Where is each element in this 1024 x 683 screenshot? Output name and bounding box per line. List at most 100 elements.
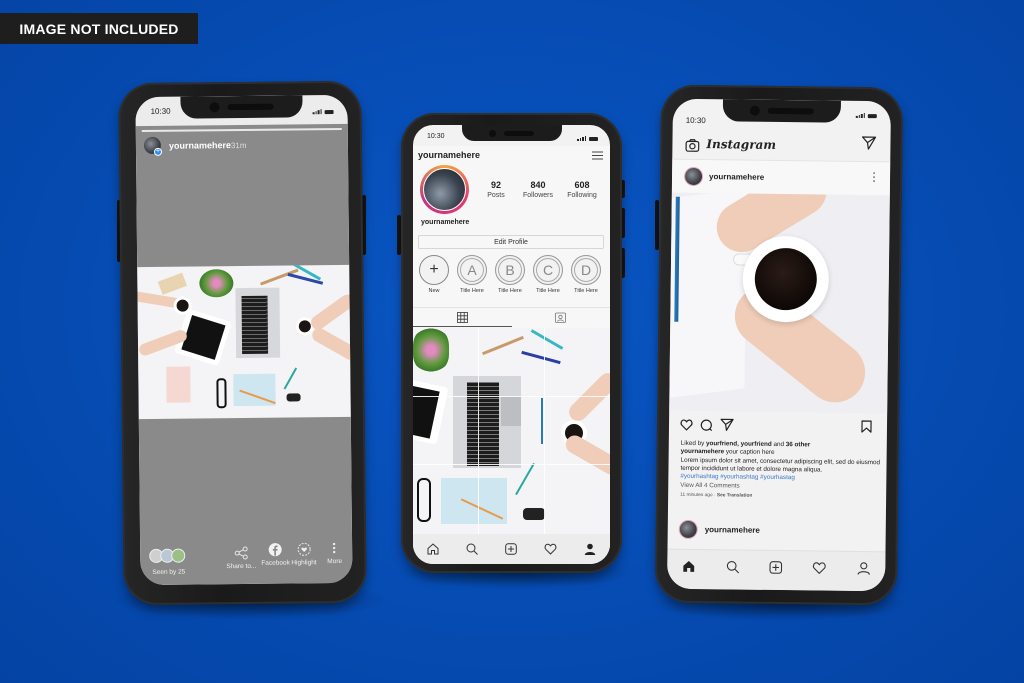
photo-trackpad [501, 396, 521, 426]
nav-profile[interactable] [857, 562, 870, 575]
highlight-cover: A [457, 255, 487, 285]
story-time: 31m [230, 140, 247, 151]
profile-grid-photo [413, 328, 610, 534]
tab-tagged[interactable] [512, 308, 611, 327]
seen-by-avatars[interactable] [149, 548, 186, 563]
nav-add[interactable] [505, 543, 517, 555]
highlight-a[interactable]: A Title Here [455, 255, 489, 294]
stat-posts[interactable]: 92 Posts [476, 180, 516, 199]
photo-stapler [523, 508, 545, 520]
nav-activity[interactable] [813, 561, 827, 575]
grid-divider [478, 328, 479, 534]
signal-icon [312, 109, 322, 115]
tab-grid[interactable] [413, 308, 512, 327]
highlight-cover: B [495, 255, 525, 285]
status-icons [312, 109, 334, 115]
highlight-d[interactable]: D Title Here [569, 255, 603, 294]
tagged-icon [555, 312, 567, 323]
share-post-icon[interactable] [720, 418, 734, 431]
photo-plant [413, 328, 449, 372]
status-time: 10:30 [150, 106, 171, 116]
stat-value: 92 [490, 180, 501, 190]
direct-message-icon[interactable] [861, 136, 877, 150]
speaker [767, 107, 814, 115]
save-icon[interactable] [861, 420, 872, 433]
add-post-icon [505, 543, 517, 555]
status-icons [855, 113, 877, 119]
next-post-username[interactable]: yournamehere [705, 525, 760, 535]
more-icon [333, 542, 336, 554]
liked-friend[interactable]: yourfriend [706, 440, 737, 447]
post-meta: 11 minutes ago · See Translation [680, 492, 753, 499]
profile-display-name: yournamehere [421, 219, 470, 226]
liked-friend[interactable]: yourfriend [741, 441, 772, 448]
battery-icon [324, 110, 334, 115]
highlight-c[interactable]: C Title Here [531, 255, 565, 294]
profile-filled-icon [585, 543, 596, 555]
home-icon [427, 543, 439, 555]
comment-icon[interactable] [700, 419, 713, 432]
story-screen: 10:30 + yournamehere 31m Seen by 25 Shar… [135, 94, 353, 586]
post-time: 11 minutes ago [680, 492, 713, 498]
phone-feed: 10:30 Instagram yournamehere Liked by yo… [654, 84, 904, 606]
phone-story: 10:30 + yournamehere 31m Seen by 25 Shar… [118, 80, 367, 606]
next-post-avatar[interactable] [679, 520, 697, 539]
highlight-label: Title Here [574, 288, 598, 294]
seen-by-label[interactable]: Seen by 25 [152, 569, 185, 576]
heart-icon [813, 562, 827, 575]
share-to-button[interactable]: Share to... [226, 546, 256, 570]
nav-search[interactable] [466, 543, 478, 555]
search-icon [466, 543, 478, 555]
highlight-new[interactable]: + New [417, 255, 451, 294]
instagram-logo: Instagram [706, 137, 777, 152]
like-icon[interactable] [680, 419, 693, 431]
caption-username[interactable]: yournamehere [681, 448, 724, 456]
photo-pencil [521, 350, 561, 365]
nav-add[interactable] [769, 561, 783, 574]
highlight-label: Title Here [498, 288, 522, 294]
liked-others[interactable]: 36 other [786, 441, 811, 448]
more-button[interactable]: More [327, 541, 342, 565]
menu-icon[interactable] [592, 151, 603, 160]
profile-header-username: yournamehere [418, 150, 481, 160]
add-post-icon [769, 561, 783, 574]
stat-following[interactable]: 608 Following [562, 180, 602, 199]
profile-outline-icon [857, 562, 870, 575]
speaker [504, 130, 534, 136]
nav-home[interactable] [682, 560, 695, 573]
post-options-icon[interactable] [872, 171, 876, 183]
add-story-icon[interactable]: + [153, 147, 163, 156]
signal-icon [855, 113, 865, 119]
facebook-button[interactable]: Facebook [261, 543, 290, 567]
signal-icon [577, 136, 586, 141]
camera-icon[interactable] [685, 139, 700, 152]
edit-profile-button[interactable]: Edit Profile [418, 235, 604, 249]
post-avatar[interactable] [684, 167, 703, 186]
story-photo [137, 264, 351, 420]
highlight-button[interactable]: Highlight [291, 542, 317, 567]
grid-divider [544, 328, 545, 534]
facebook-label: Facebook [261, 559, 290, 567]
share-to-label: Share to... [226, 562, 257, 571]
photo-stapler [286, 393, 301, 402]
profile-screen: 10:30 yournamehere 92 Posts 840 Followers … [413, 125, 610, 564]
nav-home[interactable] [427, 543, 439, 555]
stat-followers[interactable]: 840 Followers [518, 180, 558, 199]
highlight-label: New [428, 288, 440, 294]
notch [180, 95, 303, 119]
highlight-cover: D [571, 255, 601, 285]
nav-search[interactable] [726, 560, 739, 574]
nav-activity[interactable] [544, 543, 557, 555]
post-username[interactable]: yournamehere [709, 172, 764, 182]
photo-hand [309, 325, 351, 363]
profile-avatar-ring[interactable] [420, 165, 469, 214]
notch [461, 125, 562, 141]
profile-tabs [413, 307, 610, 327]
photo-keyboard [241, 295, 269, 355]
see-translation-link[interactable]: See Translation [717, 493, 753, 498]
nav-profile[interactable] [584, 543, 596, 555]
highlight-b[interactable]: B Title Here [493, 255, 527, 294]
story-username[interactable]: yournamehere [169, 140, 231, 151]
photo-hand [308, 291, 351, 333]
photo-pencil [541, 398, 543, 444]
